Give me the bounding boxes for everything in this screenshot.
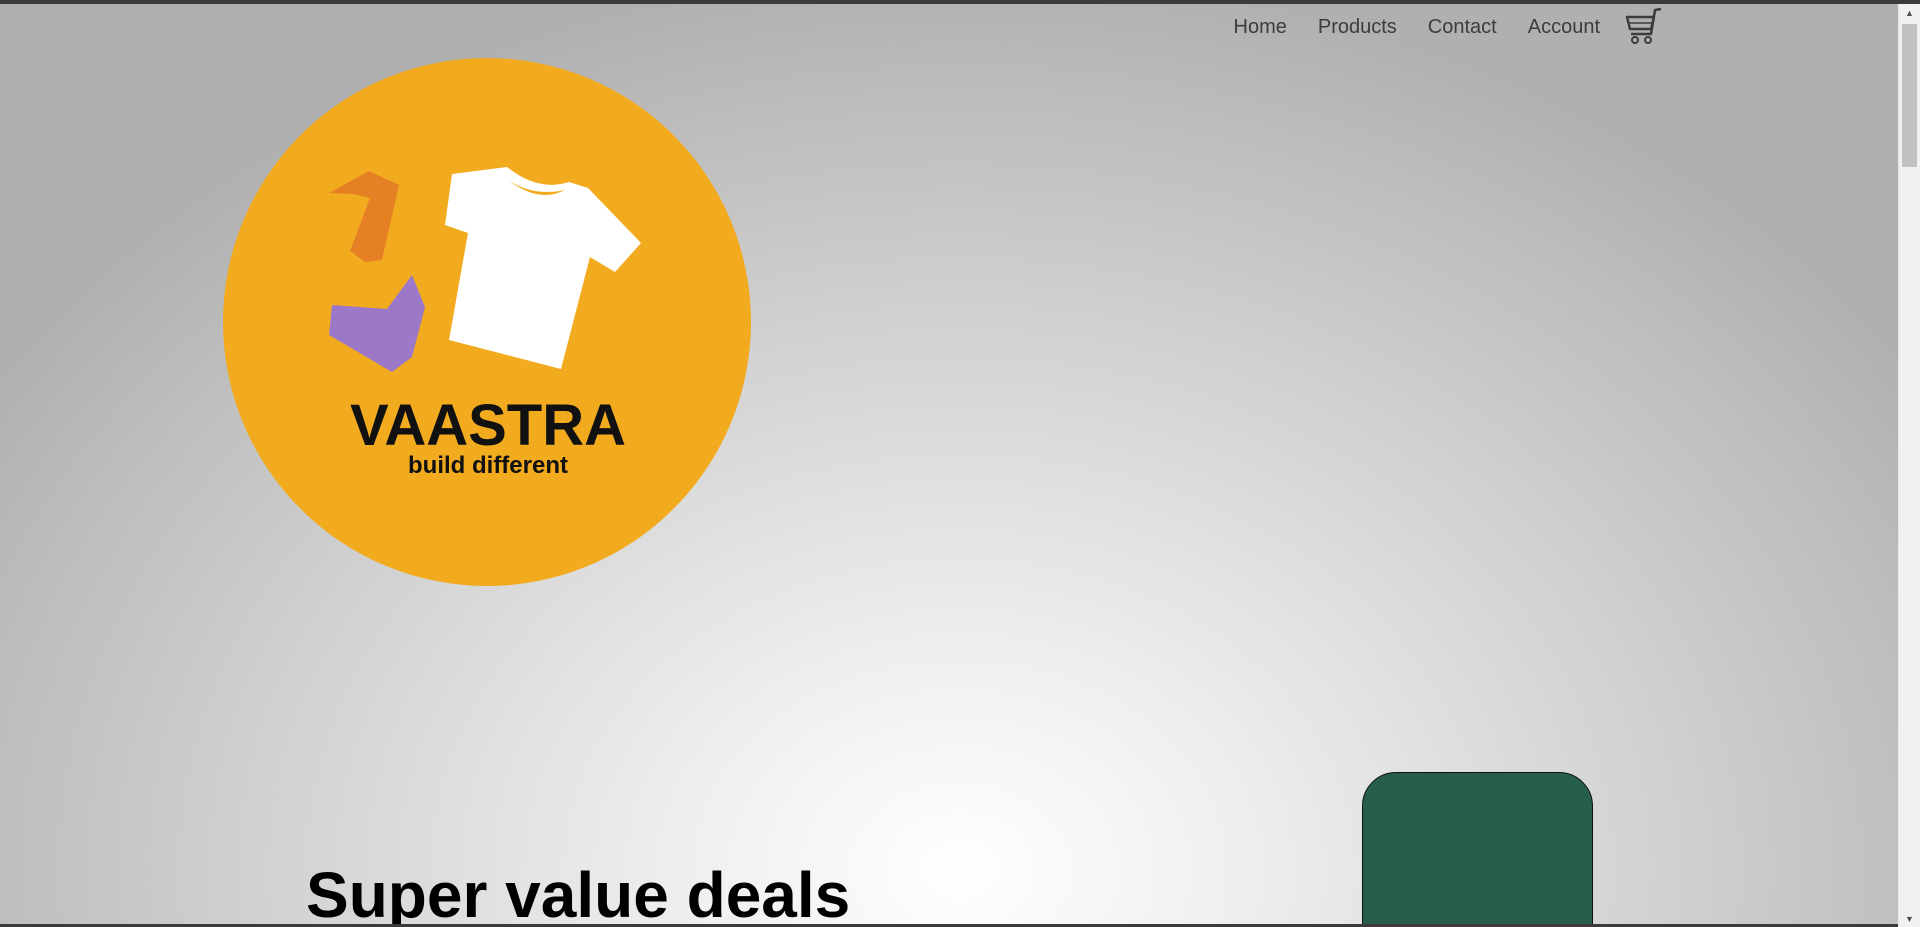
nav-products-link[interactable]: Products xyxy=(1318,15,1397,39)
nav-account-link[interactable]: Account xyxy=(1528,15,1600,39)
logo-tagline: build different xyxy=(408,452,568,479)
main-nav: Home Products Contact Account xyxy=(1203,7,1665,47)
vertical-scrollbar[interactable]: ▲ ▼ xyxy=(1898,4,1920,927)
logo-brand: VAASTRA xyxy=(350,393,626,458)
nav-home-link[interactable]: Home xyxy=(1234,15,1287,39)
vaastra-logo[interactable]: VAASTRA build different xyxy=(222,57,752,587)
nav-contact-link[interactable]: Contact xyxy=(1428,15,1497,39)
hero-heading: Super value deals xyxy=(306,859,851,927)
scroll-up-arrow-icon[interactable]: ▲ xyxy=(1899,4,1920,21)
scrollbar-thumb[interactable] xyxy=(1902,24,1917,167)
scroll-down-arrow-icon[interactable]: ▼ xyxy=(1899,910,1920,927)
shopping-cart-icon[interactable] xyxy=(1624,7,1664,47)
promo-card[interactable] xyxy=(1362,772,1593,927)
top-border xyxy=(0,0,1920,4)
